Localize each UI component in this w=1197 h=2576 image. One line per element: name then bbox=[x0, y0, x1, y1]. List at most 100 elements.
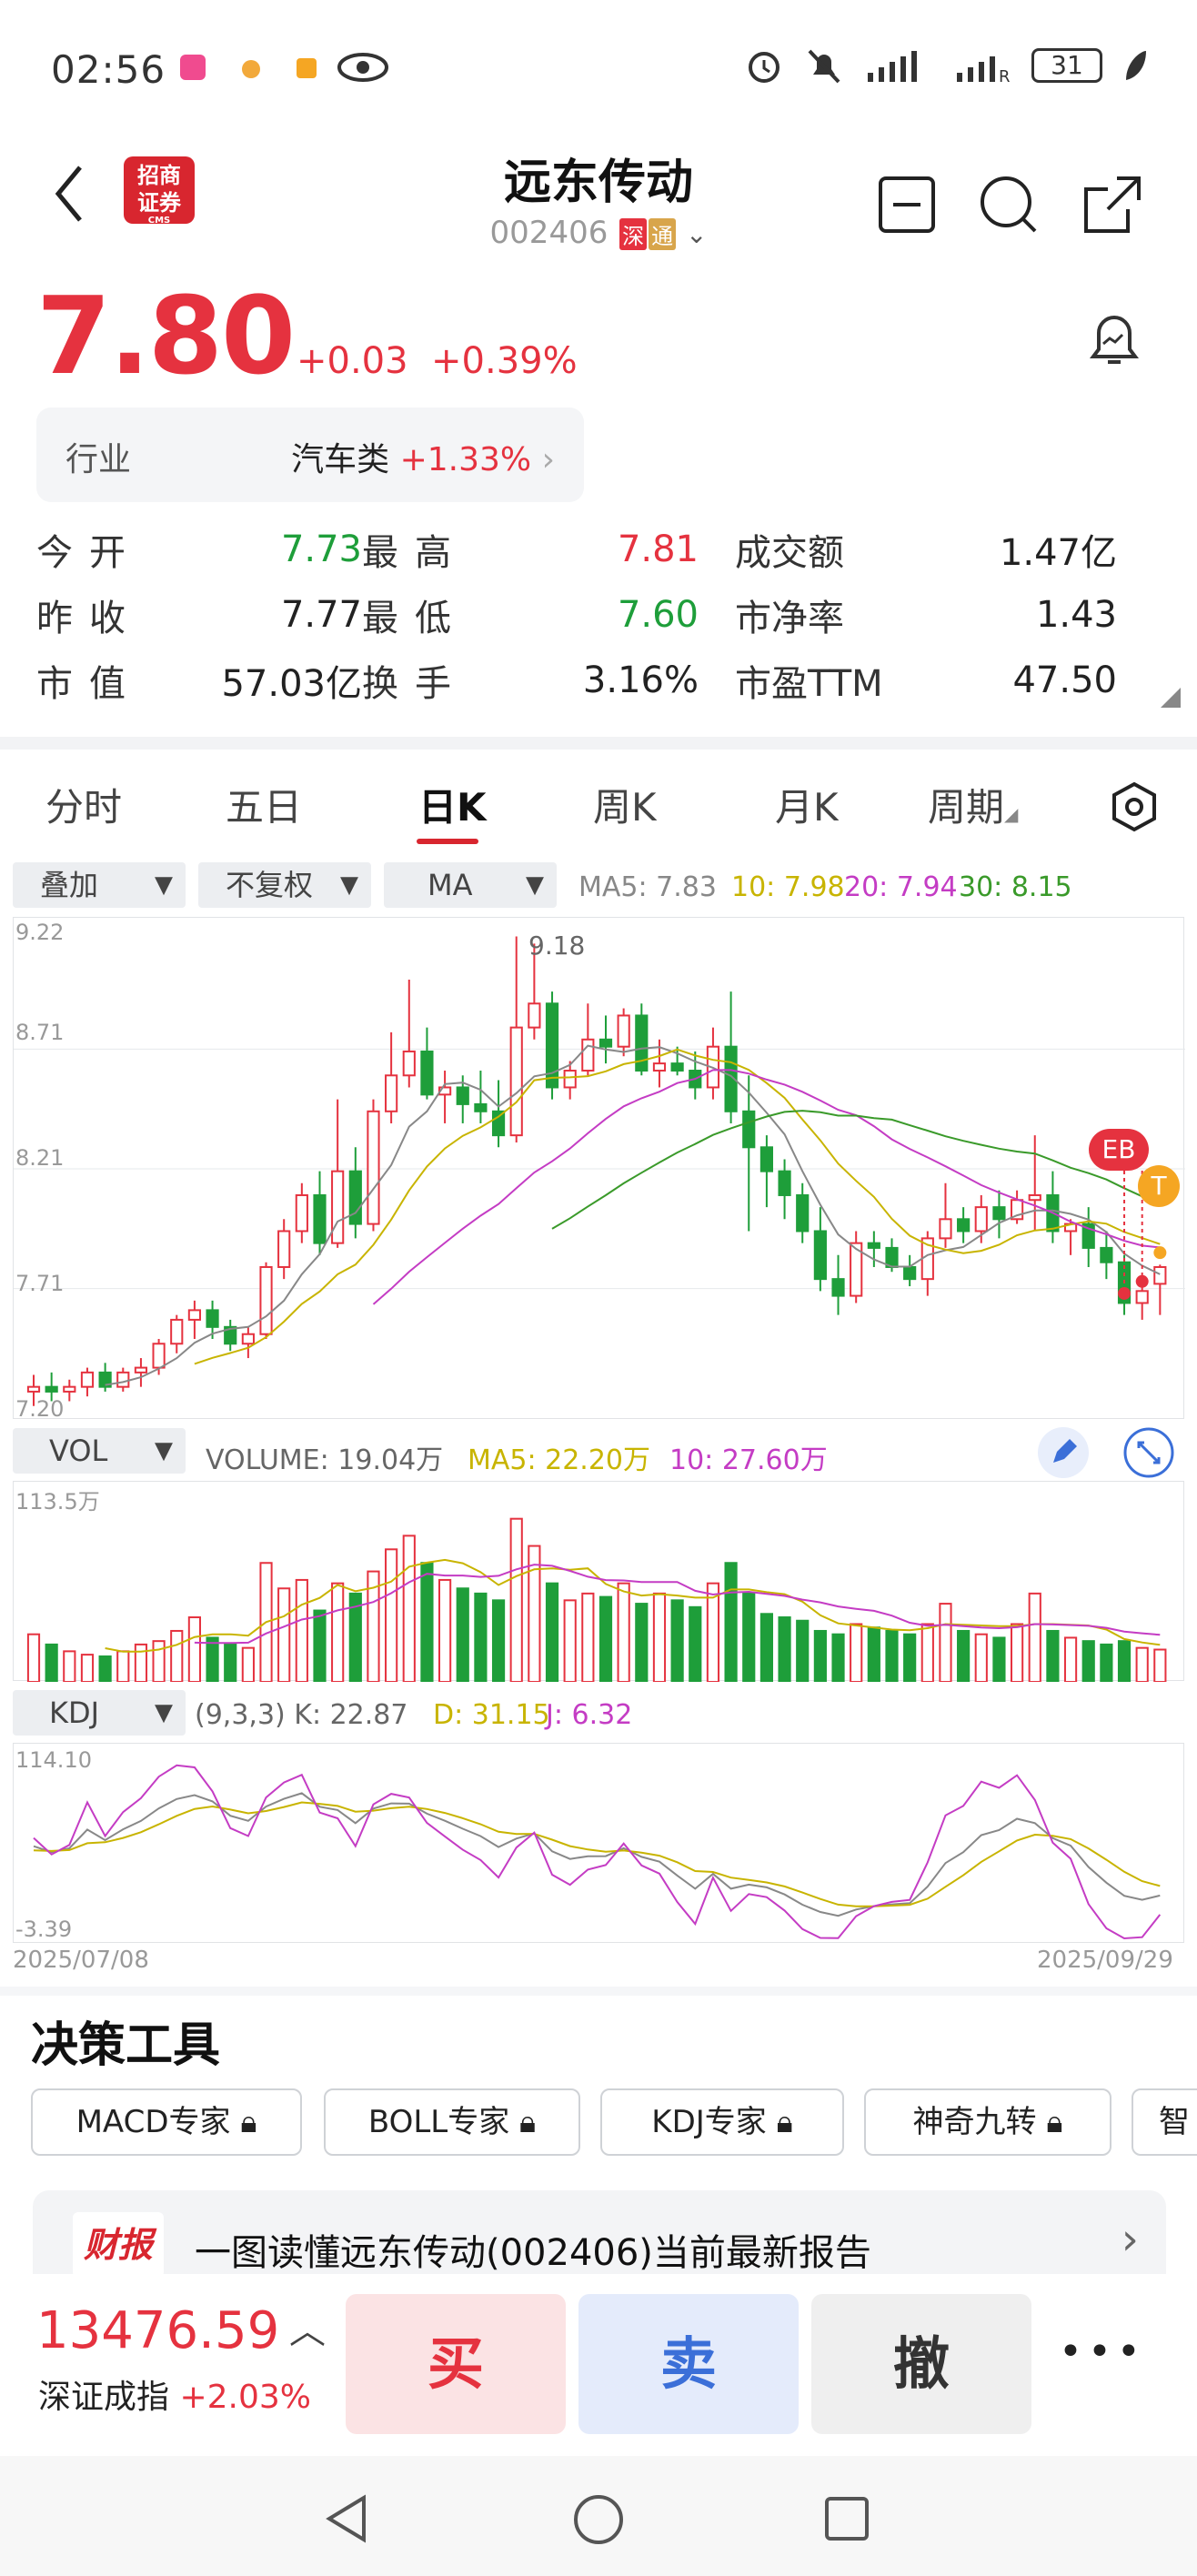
volume-bar bbox=[635, 1603, 649, 1684]
volume-bar bbox=[1046, 1629, 1060, 1683]
volume-bar bbox=[813, 1629, 827, 1683]
kdj-select[interactable]: KDJ bbox=[13, 1690, 186, 1736]
volume-bar bbox=[742, 1592, 756, 1683]
ma5-legend: MA5: 7.83 bbox=[578, 871, 717, 903]
volume-bar bbox=[778, 1616, 791, 1684]
kline-chart[interactable]: 9.22 8.71 8.21 7.71 7.20 9.18 EB T bbox=[13, 917, 1185, 1422]
stat-label: 最高 bbox=[362, 532, 468, 574]
stat-value: 7.77 bbox=[280, 594, 362, 636]
candle-body bbox=[1028, 1193, 1041, 1202]
kdj-k-line bbox=[33, 1792, 1161, 1917]
index-line[interactable]: 深证成指 +2.03% bbox=[38, 2370, 311, 2418]
eb-marker[interactable]: EB bbox=[1089, 1129, 1149, 1171]
volume-bar bbox=[867, 1626, 880, 1684]
taobao-notification-icon bbox=[297, 58, 317, 78]
volume-bar bbox=[598, 1595, 613, 1683]
vol-axis-top: 113.5万 bbox=[15, 1489, 100, 1514]
kdj-axis-bottom: -3.39 bbox=[15, 1917, 73, 1942]
kdj-svg bbox=[33, 1764, 1162, 1940]
tab-period[interactable]: 周期◢ bbox=[928, 777, 1018, 832]
volume-bar bbox=[474, 1592, 488, 1683]
volume-bar bbox=[420, 1562, 434, 1683]
boll-expert-chip[interactable]: BOLL专家 🔒︎ bbox=[324, 2088, 580, 2156]
candle-body bbox=[456, 1086, 469, 1105]
chevron-up-icon[interactable]: ︿ bbox=[289, 2301, 326, 2354]
settings-hex-icon[interactable] bbox=[1108, 780, 1161, 833]
candle-body bbox=[796, 1193, 810, 1233]
industry-card[interactable]: 行业 汽车类 +1.33% › bbox=[36, 408, 584, 502]
volume-bar bbox=[1028, 1592, 1041, 1683]
tab-weekly-k[interactable]: 周K bbox=[593, 777, 657, 832]
kdj-chart[interactable]: 114.10 -3.39 bbox=[13, 1743, 1184, 1943]
kdj-expert-chip[interactable]: KDJ专家 🔒︎ bbox=[600, 2088, 844, 2156]
share-icon[interactable] bbox=[1081, 173, 1144, 236]
app-notification-icon bbox=[180, 55, 206, 80]
t-marker[interactable]: T bbox=[1138, 1165, 1180, 1207]
axis-l4: 7.71 bbox=[15, 1271, 65, 1296]
expand-corner-icon[interactable] bbox=[1161, 688, 1181, 708]
nav-home-icon[interactable] bbox=[573, 2494, 624, 2545]
candle-body bbox=[957, 1218, 971, 1233]
battery-icon: 31 bbox=[1031, 48, 1102, 83]
more-menu-button[interactable]: ••• bbox=[1059, 2329, 1146, 2375]
volume-bar bbox=[1153, 1648, 1167, 1684]
minimize-icon[interactable] bbox=[875, 173, 939, 236]
candle-body bbox=[528, 1002, 541, 1029]
overlay-select[interactable]: 叠加 bbox=[13, 862, 186, 908]
lock-icon: 🔒︎ bbox=[240, 2104, 257, 2140]
index-value[interactable]: 13476.59 bbox=[36, 2301, 279, 2360]
stat-value: 7.73 bbox=[280, 528, 362, 570]
volume-bar bbox=[277, 1587, 291, 1683]
nav-back-icon[interactable] bbox=[324, 2494, 369, 2543]
volume-bar bbox=[206, 1636, 219, 1684]
adjust-select[interactable]: 不复权 bbox=[198, 862, 371, 908]
volume-bar bbox=[224, 1643, 237, 1683]
volume-bar bbox=[295, 1578, 308, 1683]
report-text: 一图读懂远东传动(002406)当前最新报告 bbox=[195, 2232, 871, 2274]
candle-body bbox=[939, 1218, 952, 1240]
tab-daily-k[interactable]: 日K bbox=[418, 777, 487, 832]
kdj-j-legend: J: 6.32 bbox=[546, 1699, 633, 1731]
volume-bar bbox=[617, 1582, 630, 1683]
volume-bar bbox=[491, 1599, 506, 1683]
macd-expert-chip[interactable]: MACD专家 🔒︎ bbox=[31, 2088, 302, 2156]
tag-tong: 通 bbox=[649, 218, 677, 250]
kdj-j-line bbox=[33, 1764, 1162, 1940]
signal-dot-t bbox=[1153, 1246, 1167, 1260]
kdj-d-legend: D: 31.15 bbox=[433, 1699, 550, 1731]
volume-bar bbox=[545, 1582, 559, 1683]
chevron-down-icon: ⌄ bbox=[685, 219, 708, 249]
volume-bar bbox=[1100, 1643, 1113, 1683]
edit-pencil-icon[interactable] bbox=[1037, 1426, 1090, 1479]
search-icon[interactable] bbox=[977, 173, 1041, 236]
stat-label: 成交额 bbox=[735, 532, 844, 574]
cancel-order-button[interactable]: 撤 bbox=[811, 2294, 1031, 2434]
tab-monthly-k[interactable]: 月K bbox=[775, 777, 839, 832]
volume-bar bbox=[581, 1592, 595, 1683]
candle-body bbox=[652, 1062, 667, 1072]
lock-icon: 🔒︎ bbox=[1046, 2104, 1063, 2140]
nav-recents-icon[interactable] bbox=[824, 2496, 870, 2541]
price-alert-bell-icon[interactable] bbox=[1081, 306, 1148, 373]
sell-button[interactable]: 卖 bbox=[578, 2294, 799, 2434]
volume-chart[interactable]: 113.5万 bbox=[13, 1481, 1184, 1684]
candle-body bbox=[367, 1110, 380, 1225]
volume-bar bbox=[313, 1609, 327, 1683]
report-banner[interactable]: 财报 一图读懂远东传动(002406)当前最新报告 › bbox=[33, 2190, 1166, 2285]
ma-select[interactable]: MA bbox=[384, 862, 557, 908]
volume-bar bbox=[170, 1629, 184, 1683]
vol-select[interactable]: VOL bbox=[13, 1428, 186, 1474]
stat-label: 最低 bbox=[362, 598, 468, 639]
magic-nine-chip[interactable]: 神奇九转 🔒︎ bbox=[864, 2088, 1112, 2156]
stats-grid: 今开 7.73 最高 7.81 成交额 1.47亿 昨收 7.77 最低 7.60 市净率 1.43 市… bbox=[36, 517, 1164, 713]
more-tool-chip[interactable]: 智 bbox=[1132, 2088, 1197, 2156]
signal-icon bbox=[868, 51, 917, 82]
buy-button[interactable]: 买 bbox=[346, 2294, 566, 2434]
tab-timeshare[interactable]: 分时 bbox=[45, 777, 122, 832]
tab-five-day[interactable]: 五日 bbox=[226, 777, 302, 832]
volume-bar bbox=[1117, 1640, 1132, 1683]
candle-body bbox=[867, 1242, 880, 1249]
volume-bar bbox=[992, 1636, 1006, 1684]
fullscreen-icon[interactable] bbox=[1122, 1426, 1175, 1479]
status-time: 02:56 bbox=[51, 47, 166, 92]
